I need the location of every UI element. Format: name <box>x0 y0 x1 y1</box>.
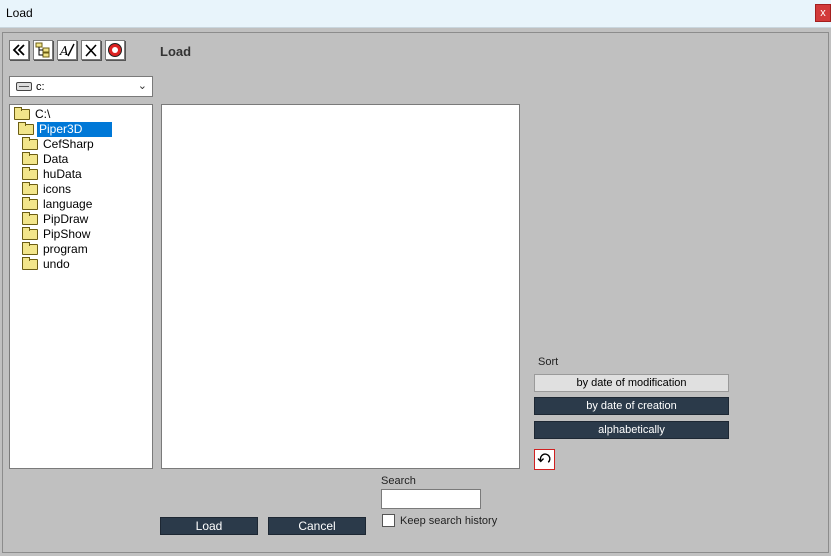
back-button[interactable] <box>9 40 29 60</box>
file-list[interactable] <box>161 104 520 469</box>
tree-node[interactable]: PipShow <box>22 227 92 242</box>
tree-node[interactable]: language <box>22 197 94 212</box>
folder-icon <box>22 212 38 225</box>
tree-node[interactable]: PipDraw <box>22 212 90 227</box>
tree-node[interactable]: CefSharp <box>22 137 96 152</box>
back-icon <box>12 44 25 56</box>
rename-icon: A <box>59 43 75 58</box>
folder-icon <box>22 227 38 240</box>
tree-node[interactable]: Data <box>22 152 70 167</box>
tree-node[interactable]: icons <box>22 182 73 197</box>
folder-icon <box>22 182 38 195</box>
tree-node-label: Data <box>43 152 69 166</box>
sort-by-modification-button[interactable]: by date of modification <box>534 374 729 392</box>
search-input[interactable] <box>381 489 481 509</box>
tree-node-label: undo <box>43 257 70 271</box>
drive-select[interactable]: c: ⌄ <box>9 76 153 97</box>
cancel-button[interactable]: Cancel <box>268 517 366 535</box>
keep-search-history-label: Keep search history <box>400 515 498 527</box>
tree-node-label: PipShow <box>43 227 91 241</box>
tree-node-label: C:\ <box>35 107 51 121</box>
rename-button[interactable]: A <box>57 40 77 60</box>
sort-by-creation-button[interactable]: by date of creation <box>534 397 729 415</box>
tree-view-button[interactable] <box>33 40 53 60</box>
dialog-heading: Load <box>160 44 192 59</box>
search-label: Search <box>381 475 416 487</box>
tree-node[interactable]: huData <box>22 167 84 182</box>
tree-node-label: Piper3D <box>37 122 113 137</box>
sort-alphabetically-button[interactable]: alphabetically <box>534 421 729 439</box>
folder-tree[interactable]: C:\ Piper3D CefSharp Data huData icons l… <box>9 104 153 469</box>
drive-icon <box>16 82 32 91</box>
folder-icon <box>22 152 38 165</box>
delete-button[interactable] <box>81 40 101 60</box>
tree-node-label: huData <box>43 167 82 181</box>
folder-icon <box>22 137 38 150</box>
folder-icon <box>22 197 38 210</box>
tree-node-selected[interactable]: Piper3D <box>18 122 113 137</box>
folder-open-icon <box>14 107 30 120</box>
cancel-icon <box>108 43 122 57</box>
folder-icon <box>22 242 38 255</box>
tree-node-label: PipDraw <box>43 212 89 226</box>
load-button[interactable]: Load <box>160 517 258 535</box>
reverse-order-icon <box>537 453 551 463</box>
folder-icon <box>22 167 38 180</box>
close-button[interactable]: x <box>815 4 831 22</box>
tree-node-label: language <box>43 197 93 211</box>
tree-node-label: CefSharp <box>43 137 94 151</box>
sort-label: Sort <box>538 356 559 368</box>
tree-node[interactable]: undo <box>22 257 72 272</box>
tree-node-label: program <box>43 242 88 256</box>
cancel-operation-button[interactable] <box>105 40 125 60</box>
tree-node-label: icons <box>43 182 72 196</box>
tree-node[interactable]: program <box>22 242 90 257</box>
folder-icon <box>22 257 38 270</box>
reverse-order-button[interactable] <box>534 449 555 470</box>
tree-icon <box>35 42 50 58</box>
keep-search-history-checkbox[interactable] <box>382 514 395 527</box>
folder-open-icon <box>18 122 34 135</box>
title-bar: Load x <box>0 0 831 28</box>
window-title: Load <box>6 6 33 20</box>
tree-node-root[interactable]: C:\ <box>14 107 52 122</box>
svg-text:A: A <box>59 44 69 58</box>
chevron-down-icon: ⌄ <box>137 80 147 92</box>
drive-label: c: <box>36 81 45 93</box>
delete-icon <box>85 44 97 57</box>
